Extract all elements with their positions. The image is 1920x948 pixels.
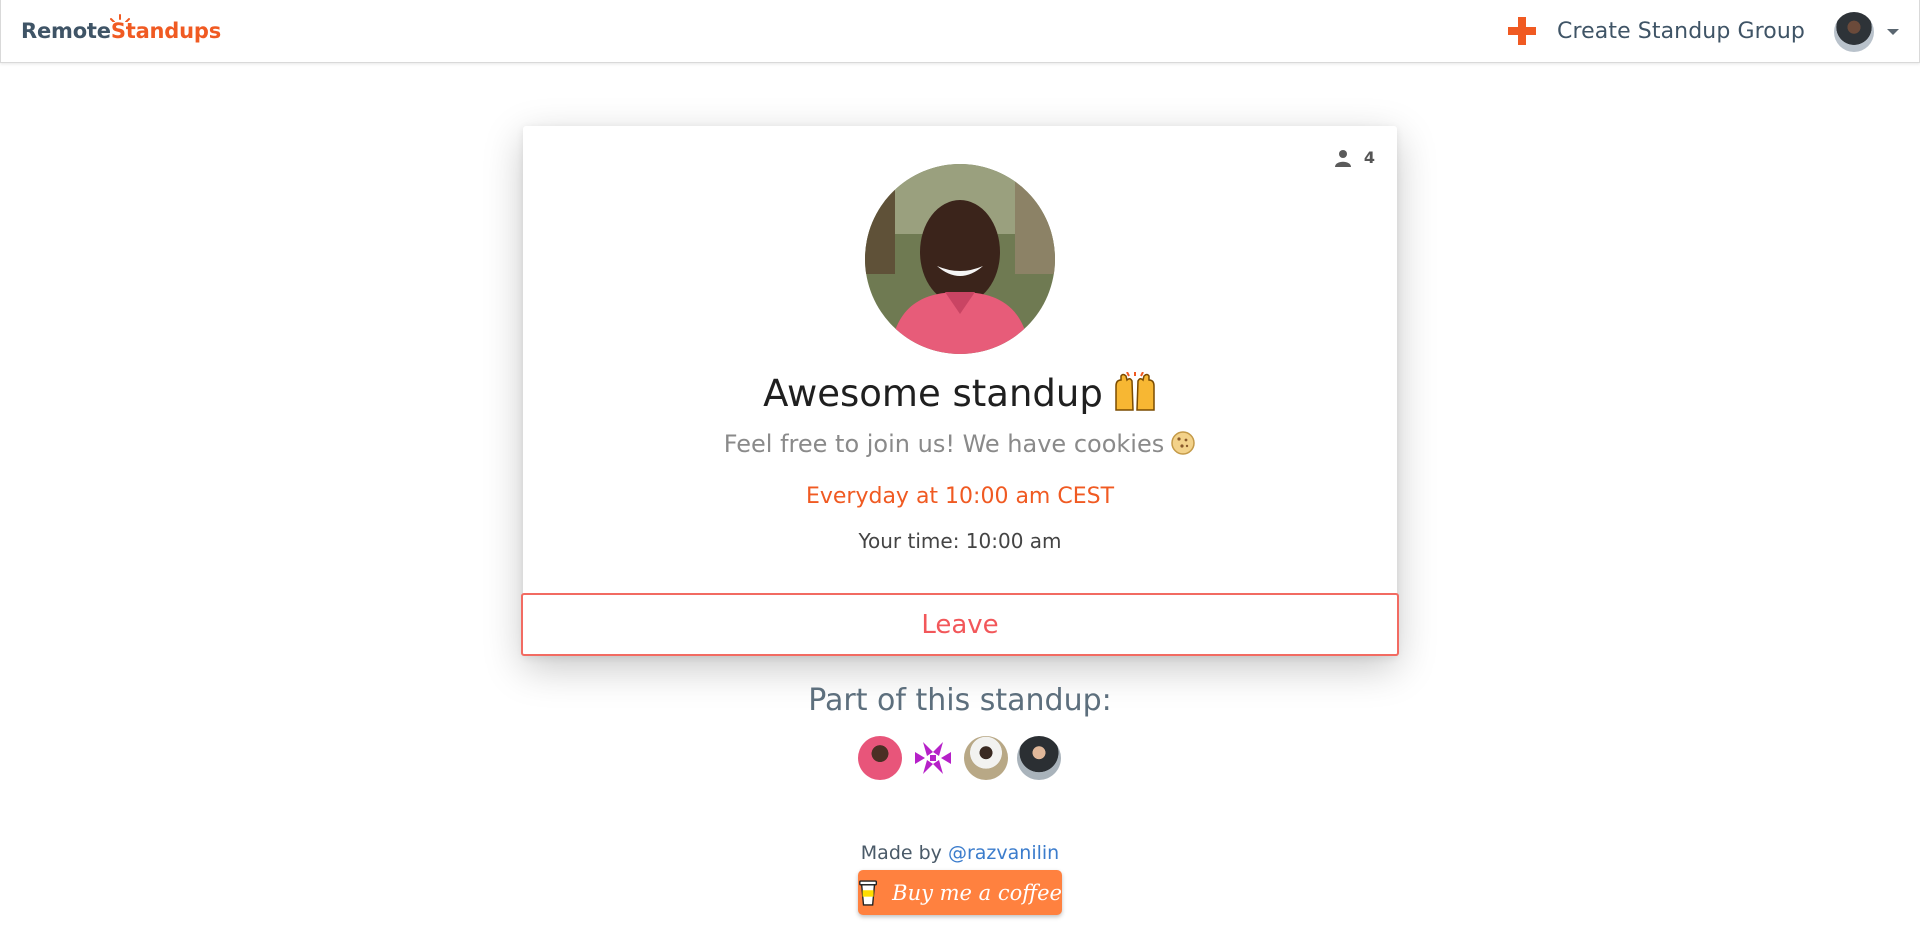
cookie-icon	[1171, 431, 1195, 455]
made-by-label: Made by	[860, 842, 942, 864]
member-avatars	[858, 736, 1061, 780]
brand-text-standups-label: Standups	[110, 19, 222, 43]
member-avatar[interactable]	[858, 736, 902, 780]
identicon	[911, 736, 955, 780]
top-navbar: Remote Standups Create Standup Group	[0, 0, 1920, 63]
buy-me-a-coffee-button[interactable]: Buy me a coffee	[858, 870, 1062, 915]
chevron-down-icon[interactable]	[1887, 29, 1899, 35]
buy-me-a-coffee-label: Buy me a coffee	[892, 880, 1062, 905]
brand-logo[interactable]: Remote Standups	[21, 14, 222, 43]
member-avatar[interactable]	[964, 736, 1008, 780]
create-standup-group-button[interactable]: Create Standup Group	[1506, 13, 1805, 49]
user-icon	[1334, 149, 1351, 167]
author-link[interactable]: @razvanilin	[948, 842, 1059, 864]
member-count: 4	[1334, 148, 1375, 167]
coffee-cup-icon	[859, 879, 877, 906]
made-by: Made by @razvanilin	[0, 842, 1920, 864]
standup-schedule: Everyday at 10:00 am CEST	[805, 484, 1115, 509]
member-avatar[interactable]	[1017, 736, 1061, 780]
user-avatar[interactable]	[1834, 12, 1874, 52]
local-time: Your time: 10:00 am	[858, 529, 1062, 553]
standup-owner-photo	[865, 164, 1055, 354]
user-menu[interactable]	[1834, 12, 1899, 52]
raised-hands-icon	[1115, 372, 1155, 411]
brand-text-remote: Remote	[21, 19, 111, 43]
standup-title-text: Awesome standup	[763, 372, 1103, 415]
leave-button[interactable]: Leave	[521, 593, 1399, 656]
standup-title: Awesome standup	[523, 372, 1397, 415]
standup-description-text: Feel free to join us! We have cookies	[723, 430, 1165, 458]
member-count-value: 4	[1363, 148, 1375, 167]
standup-description: Feel free to join us! We have cookies	[523, 430, 1397, 458]
standup-card: 4 Awesome standup Feel free to join us! …	[521, 126, 1399, 656]
member-avatar[interactable]	[911, 736, 955, 780]
members-heading: Part of this standup:	[808, 683, 1112, 718]
sun-icon	[109, 8, 131, 22]
brand-text-standups: Standups	[109, 14, 222, 43]
create-standup-group-label: Create Standup Group	[1557, 18, 1805, 44]
plus-icon	[1508, 17, 1536, 45]
